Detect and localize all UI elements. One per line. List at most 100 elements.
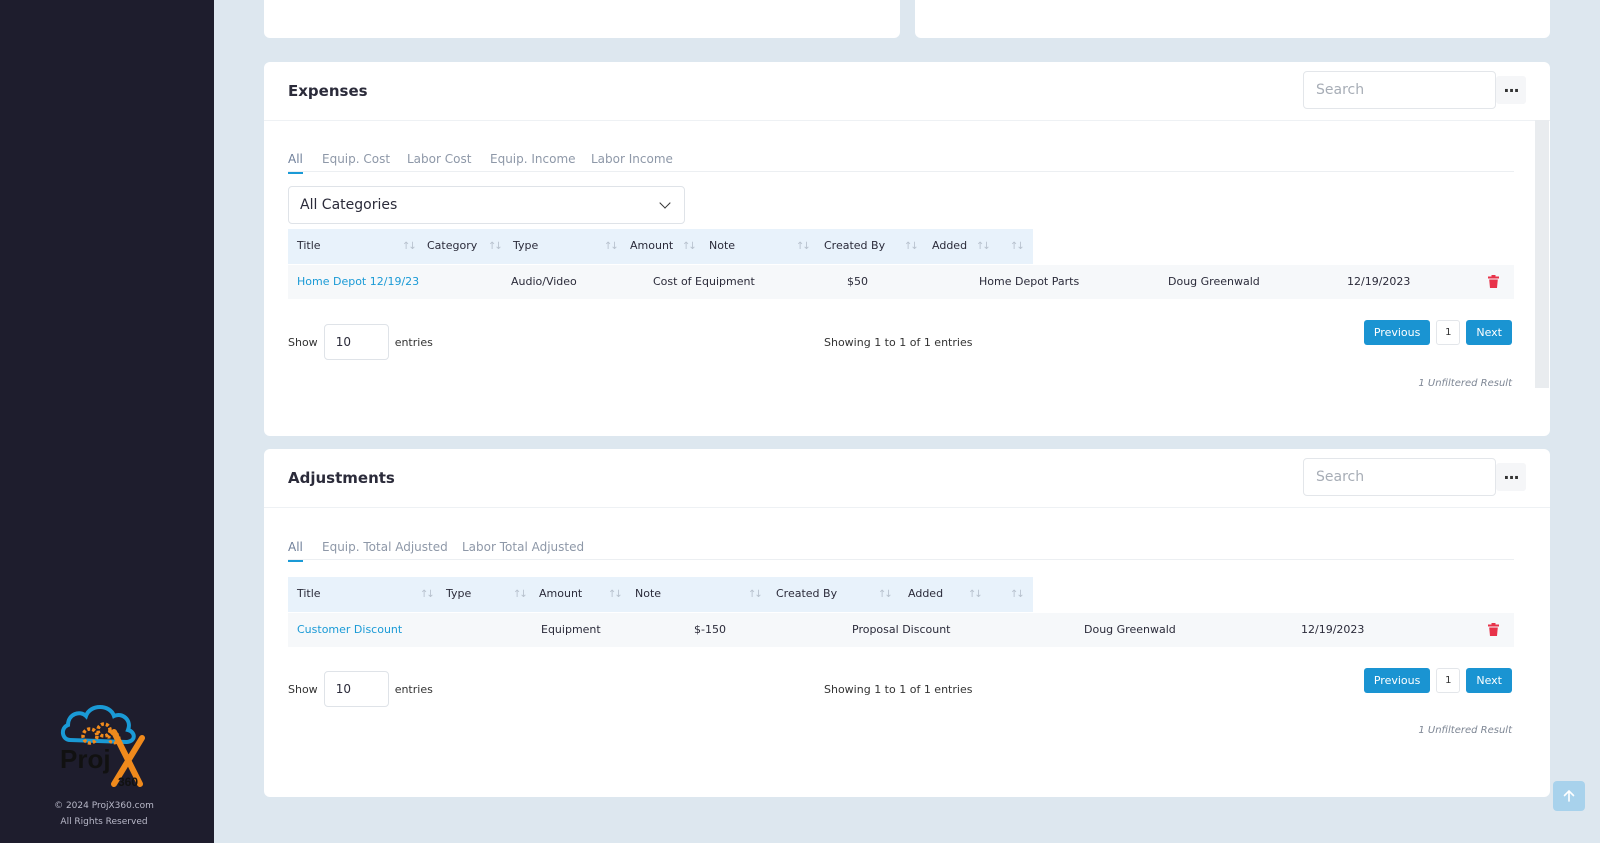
tab-all[interactable]: All	[288, 152, 303, 174]
show-label: Show	[288, 682, 318, 696]
page-size-input[interactable]: 10	[323, 671, 389, 707]
sort-arrows-icon[interactable]: ↑↓	[904, 241, 919, 252]
column-header-type[interactable]: Type	[513, 239, 538, 252]
showing-entries-text: Showing 1 to 1 of 1 entries	[824, 336, 973, 349]
column-header-added[interactable]: Added	[908, 587, 943, 600]
sort-arrows-icon[interactable]: ↑↓	[1010, 589, 1025, 600]
adjustments-search-input[interactable]	[1303, 458, 1496, 496]
table-row: Customer Discount Equipment $-150 Propos…	[288, 613, 1514, 647]
entries-label: entries	[394, 335, 433, 349]
tab-equip-total-adjusted[interactable]: Equip. Total Adjusted	[322, 540, 448, 554]
column-header-category[interactable]: Category	[427, 239, 477, 252]
expense-note: Home Depot Parts	[979, 275, 1080, 288]
trash-icon[interactable]	[1488, 275, 1499, 288]
trash-icon[interactable]	[1488, 623, 1499, 636]
pagination: Previous 1 Next	[1363, 668, 1512, 693]
sort-arrows-icon[interactable]: ↑↓	[1010, 241, 1025, 252]
top-left-card	[264, 0, 900, 38]
sort-arrows-icon[interactable]: ↑↓	[513, 589, 528, 600]
sort-arrows-icon[interactable]: ↑↓	[604, 241, 619, 252]
table-row: Home Depot 12/19/23 Audio/Video Cost of …	[288, 265, 1514, 299]
show-label: Show	[288, 335, 318, 349]
page-number-button[interactable]: 1	[1436, 668, 1461, 693]
sort-arrows-icon[interactable]: ↑↓	[968, 589, 983, 600]
tab-equip-cost[interactable]: Equip. Cost	[322, 152, 390, 166]
sort-arrows-icon[interactable]: ↑↓	[420, 589, 435, 600]
unfiltered-result-text: 1 Unfiltered Result	[1418, 725, 1512, 736]
back-to-top-button[interactable]	[1553, 781, 1585, 811]
sidebar: Proj 360 © 2024 ProjX360.com All Rights …	[0, 0, 214, 843]
projx360-logo[interactable]: Proj 360	[56, 700, 152, 792]
adjustments-card: Adjustments ··· All Equip. Total Adjuste…	[264, 449, 1550, 797]
next-button[interactable]: Next	[1466, 668, 1512, 693]
chevron-down-icon	[659, 197, 671, 209]
sort-arrows-icon[interactable]: ↑↓	[748, 589, 763, 600]
column-header-amount[interactable]: Amount	[539, 587, 582, 600]
column-header-note[interactable]: Note	[709, 239, 735, 252]
expenses-title: Expenses	[288, 82, 368, 100]
sort-arrows-icon[interactable]: ↑↓	[796, 241, 811, 252]
more-horizontal-icon: ···	[1503, 80, 1519, 100]
top-right-card	[915, 0, 1550, 38]
expenses-tabs: All Equip. Cost Labor Cost Equip. Income…	[288, 142, 1514, 174]
adjustment-added: 12/19/2023	[1301, 623, 1365, 636]
page-size-input[interactable]: 10	[323, 324, 389, 360]
adjustments-tabs: All Equip. Total Adjusted Labor Total Ad…	[288, 530, 1514, 562]
adjustments-table-header: Title ↑↓ Type ↑↓ Amount ↑↓ Note ↑↓ Creat…	[288, 577, 1033, 612]
next-button[interactable]: Next	[1466, 320, 1512, 345]
entries-label: entries	[394, 682, 433, 696]
expenses-more-button[interactable]: ···	[1496, 76, 1526, 104]
adjustment-title-link[interactable]: Customer Discount	[297, 623, 402, 636]
sort-arrows-icon[interactable]: ↑↓	[682, 241, 697, 252]
tab-all[interactable]: All	[288, 540, 303, 562]
adjustments-title: Adjustments	[288, 469, 395, 487]
tab-labor-total-adjusted[interactable]: Labor Total Adjusted	[462, 540, 584, 554]
sort-arrows-icon[interactable]: ↑↓	[976, 241, 991, 252]
pagination: Previous 1 Next	[1363, 320, 1512, 345]
more-horizontal-icon: ···	[1503, 467, 1519, 487]
previous-button[interactable]: Previous	[1363, 668, 1431, 693]
expense-category: Audio/Video	[511, 275, 577, 288]
expense-created-by: Doug Greenwald	[1168, 275, 1260, 288]
adjustments-more-button[interactable]: ···	[1496, 463, 1526, 491]
column-header-added[interactable]: Added	[932, 239, 967, 252]
page-size-control: Show 10 entries	[288, 324, 433, 360]
adjustments-header: Adjustments ···	[264, 449, 1550, 508]
column-header-note[interactable]: Note	[635, 587, 661, 600]
column-header-created-by[interactable]: Created By	[824, 239, 885, 252]
expense-title-link[interactable]: Home Depot 12/19/23	[297, 275, 419, 288]
previous-button[interactable]: Previous	[1363, 320, 1431, 345]
adjustment-amount: $-150	[694, 623, 726, 636]
column-header-title[interactable]: Title	[297, 239, 321, 252]
svg-text:Proj: Proj	[60, 744, 111, 774]
page-size-control: Show 10 entries	[288, 671, 433, 707]
expenses-search-input[interactable]	[1303, 71, 1496, 109]
tab-labor-income[interactable]: Labor Income	[591, 152, 673, 166]
sort-arrows-icon[interactable]: ↑↓	[488, 241, 503, 252]
expense-type: Cost of Equipment	[653, 275, 755, 288]
expenses-header: Expenses ···	[264, 62, 1550, 121]
sort-arrows-icon[interactable]: ↑↓	[608, 589, 623, 600]
page-number-button[interactable]: 1	[1436, 320, 1461, 345]
unfiltered-result-text: 1 Unfiltered Result	[1418, 378, 1512, 389]
svg-text:360: 360	[118, 775, 138, 789]
expense-amount: $50	[847, 275, 868, 288]
column-header-type[interactable]: Type	[446, 587, 471, 600]
sort-arrows-icon[interactable]: ↑↓	[878, 589, 893, 600]
brand: Proj 360 © 2024 ProjX360.com All Rights …	[54, 700, 154, 830]
expenses-card: Expenses ··· All Equip. Cost Labor Cost …	[264, 62, 1550, 436]
category-select-value: All Categories	[300, 197, 398, 213]
column-header-created-by[interactable]: Created By	[776, 587, 837, 600]
column-header-amount[interactable]: Amount	[630, 239, 673, 252]
copyright-text: © 2024 ProjX360.com	[54, 801, 154, 811]
column-header-title[interactable]: Title	[297, 587, 321, 600]
adjustment-created-by: Doug Greenwald	[1084, 623, 1176, 636]
arrow-up-icon	[1563, 789, 1575, 802]
expenses-scrollbar[interactable]	[1535, 120, 1549, 388]
tab-equip-income[interactable]: Equip. Income	[490, 152, 576, 166]
rights-text: All Rights Reserved	[60, 817, 148, 827]
tab-labor-cost[interactable]: Labor Cost	[407, 152, 471, 166]
sort-arrows-icon[interactable]: ↑↓	[402, 241, 417, 252]
category-select[interactable]: All Categories	[288, 186, 685, 224]
expenses-table-header: Title ↑↓ Category ↑↓ Type ↑↓ Amount ↑↓ N…	[288, 229, 1033, 264]
